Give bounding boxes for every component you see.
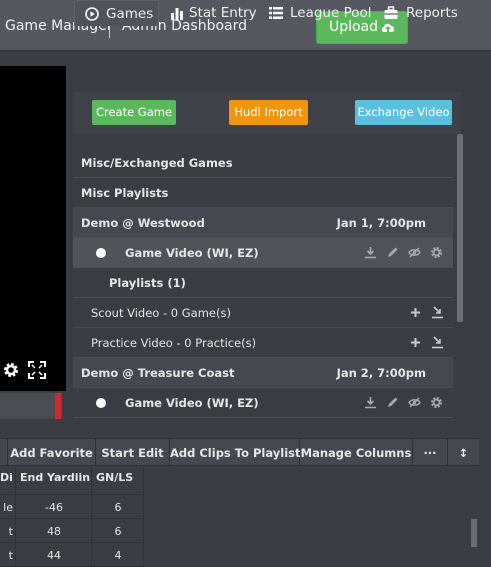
plus-icon[interactable]	[409, 306, 422, 319]
table-scrollbar[interactable]	[471, 519, 477, 547]
plus-icon[interactable]	[409, 336, 422, 349]
game-video-row[interactable]: Game Video (WI, EZ)	[73, 388, 453, 418]
video-player[interactable]	[0, 66, 66, 391]
pencil-icon[interactable]	[386, 396, 399, 409]
playlist-item-practice[interactable]: Practice Video - 0 Practice(s)	[73, 328, 453, 358]
row-divider	[0, 542, 144, 543]
cell-dir: t	[8, 549, 13, 562]
clips-table: Dir End Yardline GN/LS le -46 6 t 48 6 t…	[0, 467, 479, 567]
pencil-icon[interactable]	[386, 246, 399, 259]
cell-gn-ls: 6	[114, 525, 122, 538]
game-video-label: Game Video (WI, EZ)	[125, 396, 259, 410]
game-title: Demo @ Westwood	[81, 216, 205, 230]
video-progress-bar[interactable]	[0, 393, 62, 419]
gear-icon[interactable]	[430, 246, 443, 259]
game-date: Jan 2, 7:00pm	[336, 366, 426, 380]
import-icon[interactable]	[431, 306, 444, 319]
cell-end-yardline: -46	[45, 501, 63, 514]
column-divider	[143, 467, 144, 567]
import-icon[interactable]	[431, 336, 444, 349]
eye-slash-icon[interactable]	[408, 246, 421, 259]
tab-games-label: Games	[106, 6, 154, 22]
row-divider	[0, 494, 144, 495]
tab-reports-label: Reports	[406, 5, 458, 21]
playlists-label: Playlists (1)	[109, 276, 186, 290]
list-item-misc-playlists[interactable]: Misc Playlists	[73, 178, 453, 208]
briefcase-icon	[384, 6, 398, 19]
list-item-label: Misc/Exchanged Games	[81, 156, 233, 170]
action-bar: Create Game Hudl Import Exchange Video	[73, 92, 461, 134]
column-header-gn-ls[interactable]: GN/LS	[96, 467, 142, 487]
hudl-import-button[interactable]: Hudl Import	[229, 100, 308, 125]
column-divider	[15, 467, 16, 567]
tab-stat-entry-label: Stat Entry	[189, 5, 257, 21]
row-divider	[0, 518, 144, 519]
cell-gn-ls: 6	[114, 501, 122, 514]
list-icon	[269, 7, 283, 19]
fullscreen-icon[interactable]	[28, 361, 46, 379]
video-progress-marker[interactable]	[55, 393, 61, 419]
list-item-label: Misc Playlists	[81, 186, 169, 200]
tab-stat-entry[interactable]: Stat Entry	[160, 0, 257, 26]
create-game-button[interactable]: Create Game	[92, 100, 176, 125]
tab-reports[interactable]: Reports	[374, 0, 464, 26]
tab-league-pool[interactable]: League Pool	[259, 0, 372, 26]
cell-end-yardline: 44	[47, 549, 61, 562]
add-favorite-button[interactable]: Add Favorite	[8, 439, 96, 466]
download-icon[interactable]	[364, 396, 377, 409]
cell-gn-ls: 4	[114, 549, 122, 562]
manage-columns-button[interactable]: Manage Columns	[300, 439, 413, 466]
tab-games[interactable]: Games	[74, 0, 159, 26]
column-divider	[91, 467, 92, 567]
toolbar-edge	[0, 439, 8, 466]
tab-league-pool-label: League Pool	[290, 5, 372, 21]
settings-gear-icon[interactable]	[2, 361, 20, 379]
game-header-westwood[interactable]: Demo @ Westwood Jan 1, 7:00pm	[73, 208, 453, 238]
play-circle-icon	[85, 7, 99, 21]
game-title: Demo @ Treasure Coast	[81, 366, 235, 380]
list-item-misc-exchanged[interactable]: Misc/Exchanged Games	[73, 148, 453, 178]
clip-toolbar: Add Favorite Start Edit Add Clips To Pla…	[0, 438, 479, 466]
playlists-header: Playlists (1)	[73, 268, 453, 298]
playlist-label: Scout Video - 0 Game(s)	[91, 306, 231, 320]
game-video-row[interactable]: Game Video (WI, EZ)	[73, 238, 453, 268]
game-date: Jan 1, 7:00pm	[336, 216, 426, 230]
game-video-label: Game Video (WI, EZ)	[125, 246, 259, 260]
gear-icon[interactable]	[430, 396, 443, 409]
game-list: Misc/Exchanged Games Misc Playlists Demo…	[73, 134, 461, 420]
radio-dot-icon[interactable]	[96, 398, 106, 408]
playlist-label: Practice Video - 0 Practice(s)	[91, 336, 257, 350]
cell-end-yardline: 48	[47, 525, 61, 538]
column-header-dir[interactable]: Dir	[0, 467, 13, 487]
exchange-video-button[interactable]: Exchange Video	[355, 100, 452, 125]
sort-button[interactable]: ↕	[448, 439, 479, 466]
cell-dir: t	[8, 525, 13, 538]
list-scrollbar[interactable]	[457, 134, 463, 322]
radio-dot-icon[interactable]	[96, 248, 106, 258]
eye-slash-icon[interactable]	[408, 396, 421, 409]
bar-chart-icon	[171, 8, 183, 20]
more-options-button[interactable]: ···	[413, 439, 448, 466]
playlist-item-scout[interactable]: Scout Video - 0 Game(s)	[73, 298, 453, 328]
game-header-treasure-coast[interactable]: Demo @ Treasure Coast Jan 2, 7:00pm	[73, 358, 453, 388]
column-header-end-yardline[interactable]: End Yardline	[20, 467, 90, 487]
download-icon[interactable]	[364, 246, 377, 259]
add-clips-to-playlist-button[interactable]: Add Clips To Playlist	[170, 439, 301, 466]
cell-dir: le	[3, 501, 13, 514]
start-edit-button[interactable]: Start Edit	[96, 439, 170, 466]
